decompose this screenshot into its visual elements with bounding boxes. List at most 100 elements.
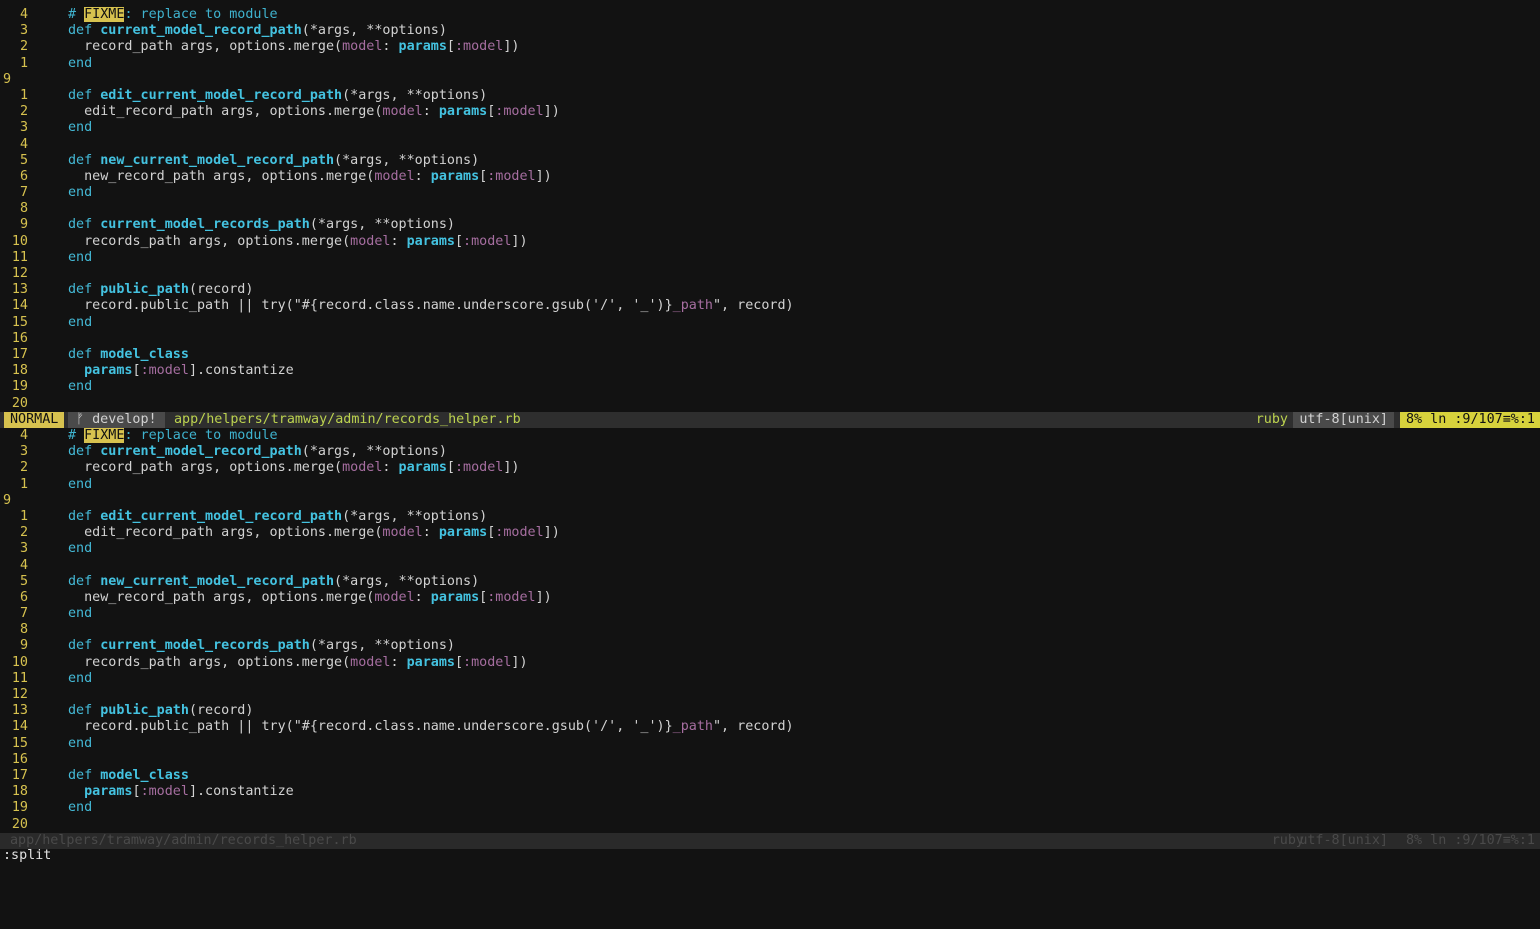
code-line[interactable]: 8 <box>0 622 1540 638</box>
code-token: : <box>422 104 439 120</box>
code-line[interactable]: 3 def current_model_record_path(*args, **… <box>0 23 1540 39</box>
code-line[interactable]: 13 def public_path(record) <box>0 703 1540 719</box>
line-code: end <box>68 736 92 752</box>
code-token: ].constantize <box>188 784 294 800</box>
code-token: def <box>68 703 101 719</box>
code-line[interactable]: 4 <box>0 137 1540 153</box>
line-code: record.public_path || try("#{record.clas… <box>68 298 793 314</box>
file-path: app/helpers/tramway/admin/records_helper… <box>10 833 357 848</box>
code-line[interactable]: 19 end <box>0 800 1540 816</box>
code-line[interactable]: 8 <box>0 201 1540 217</box>
code-token: new_current_model_record_path <box>100 573 335 589</box>
line-number: 1 <box>19 508 28 524</box>
code-line[interactable]: 4 # FIXME: replace to module <box>0 7 1540 23</box>
code-line[interactable]: 13 def public_path(record) <box>0 282 1540 298</box>
code-line[interactable]: 7 end <box>0 606 1540 622</box>
command-line[interactable]: :split <box>3 848 51 864</box>
filetype: ruby <box>1255 412 1288 427</box>
code-line[interactable]: 10 records_path args, options.merge(mode… <box>0 234 1540 250</box>
code-token: def <box>68 444 101 460</box>
code-line[interactable]: 1 def edit_current_model_record_path(*arg… <box>0 88 1540 104</box>
code-token: model <box>382 104 423 120</box>
code-line[interactable]: 12 <box>0 687 1540 703</box>
code-line[interactable]: 4 # FIXME: replace to module <box>0 428 1540 444</box>
code-token: edit_record_path args, options.merge( <box>68 104 383 120</box>
code-line[interactable]: 20 <box>0 817 1540 833</box>
code-line[interactable]: 2 record_path args, options.merge(model:… <box>0 460 1540 476</box>
code-line[interactable]: 3 end <box>0 541 1540 557</box>
code-token: end <box>68 314 93 330</box>
code-line[interactable]: 1 end <box>0 56 1540 72</box>
line-code: def model_class <box>68 347 189 363</box>
line-number: 6 <box>19 589 28 605</box>
code-line[interactable]: 5 def new_current_model_record_path(*args… <box>0 574 1540 590</box>
code-line[interactable]: 9 <box>0 493 1540 509</box>
code-line[interactable]: 1 end <box>0 477 1540 493</box>
code-line[interactable]: 9 <box>0 72 1540 88</box>
code-line[interactable]: 17 def model_class <box>0 768 1540 784</box>
editor-pane-top[interactable]: 4 # FIXME: replace to module 3 def current_… <box>0 7 1540 412</box>
code-line[interactable]: 15 end <box>0 315 1540 331</box>
line-code: def edit_current_model_record_path(*args… <box>68 88 487 104</box>
code-token: def <box>68 217 101 233</box>
code-token: params <box>438 104 488 120</box>
code-token: # <box>68 428 85 443</box>
code-line[interactable]: 6 new_record_path args, options.merge(mo… <box>0 590 1540 606</box>
code-line[interactable]: 15 end <box>0 736 1540 752</box>
line-number: 16 <box>11 751 28 767</box>
code-line[interactable]: 20 <box>0 396 1540 412</box>
code-token: [ <box>132 784 141 800</box>
code-line[interactable]: 9 def current_model_records_path(*args, *… <box>0 638 1540 654</box>
line-number: 17 <box>11 767 28 783</box>
code-line[interactable]: 12 <box>0 266 1540 282</box>
code-token: (*args, **options) <box>334 152 480 168</box>
code-line[interactable]: 18 params[:model].constantize <box>0 784 1540 800</box>
code-line[interactable]: 1 def edit_current_model_record_path(*arg… <box>0 509 1540 525</box>
line-number: 3 <box>19 120 28 136</box>
code-line[interactable]: 5 def new_current_model_record_path(*args… <box>0 153 1540 169</box>
line-number: 7 <box>19 606 28 622</box>
code-line[interactable]: 9 def current_model_records_path(*args, *… <box>0 217 1540 233</box>
code-line[interactable]: 4 <box>0 558 1540 574</box>
code-token: end <box>68 185 93 201</box>
code-token: :model <box>495 104 544 120</box>
code-line[interactable]: 14 record.public_path || try("#{record.c… <box>0 719 1540 735</box>
code-line[interactable]: 16 <box>0 752 1540 768</box>
code-token: params <box>68 784 133 800</box>
code-line[interactable]: 14 record.public_path || try("#{record.c… <box>0 298 1540 314</box>
line-number: 2 <box>19 460 28 476</box>
code-line[interactable]: 6 new_record_path args, options.merge(mo… <box>0 169 1540 185</box>
code-line[interactable]: 2 edit_record_path args, options.merge(m… <box>0 104 1540 120</box>
code-token: def <box>68 508 101 524</box>
line-code: def current_model_record_path(*args, **o… <box>68 23 447 39</box>
line-code: # FIXME: replace to module <box>68 428 278 444</box>
code-line[interactable]: 2 edit_record_path args, options.merge(m… <box>0 525 1540 541</box>
line-code: end <box>68 800 92 816</box>
code-token: : <box>422 525 439 541</box>
code-token: [ <box>454 654 464 670</box>
code-line[interactable]: 11 end <box>0 671 1540 687</box>
line-code: record_path args, options.merge(model: p… <box>68 39 519 55</box>
line-code: end <box>68 606 92 622</box>
code-line[interactable]: 19 end <box>0 379 1540 395</box>
code-line[interactable]: 3 def current_model_record_path(*args, **… <box>0 444 1540 460</box>
line-number: 18 <box>11 784 28 800</box>
code-line[interactable]: 17 def model_class <box>0 347 1540 363</box>
code-line[interactable]: 18 params[:model].constantize <box>0 363 1540 379</box>
code-token: ]) <box>511 654 528 670</box>
code-token: end <box>68 120 93 136</box>
code-token: params <box>398 460 447 476</box>
line-number: 4 <box>19 428 28 443</box>
line-code: def current_model_record_path(*args, **o… <box>68 444 447 460</box>
code-line[interactable]: 3 end <box>0 120 1540 136</box>
line-number: 3 <box>19 23 28 39</box>
code-line[interactable]: 11 end <box>0 250 1540 266</box>
code-token: :model <box>454 460 504 476</box>
code-token: model_class <box>100 767 189 783</box>
code-line[interactable]: 2 record_path args, options.merge(model:… <box>0 39 1540 55</box>
code-line[interactable]: 10 records_path args, options.merge(mode… <box>0 655 1540 671</box>
code-line[interactable]: 7 end <box>0 185 1540 201</box>
code-line[interactable]: 16 <box>0 331 1540 347</box>
editor-pane-bottom[interactable]: 4 # FIXME: replace to module 3 def current_… <box>0 428 1540 833</box>
code-token: ]) <box>535 589 552 605</box>
